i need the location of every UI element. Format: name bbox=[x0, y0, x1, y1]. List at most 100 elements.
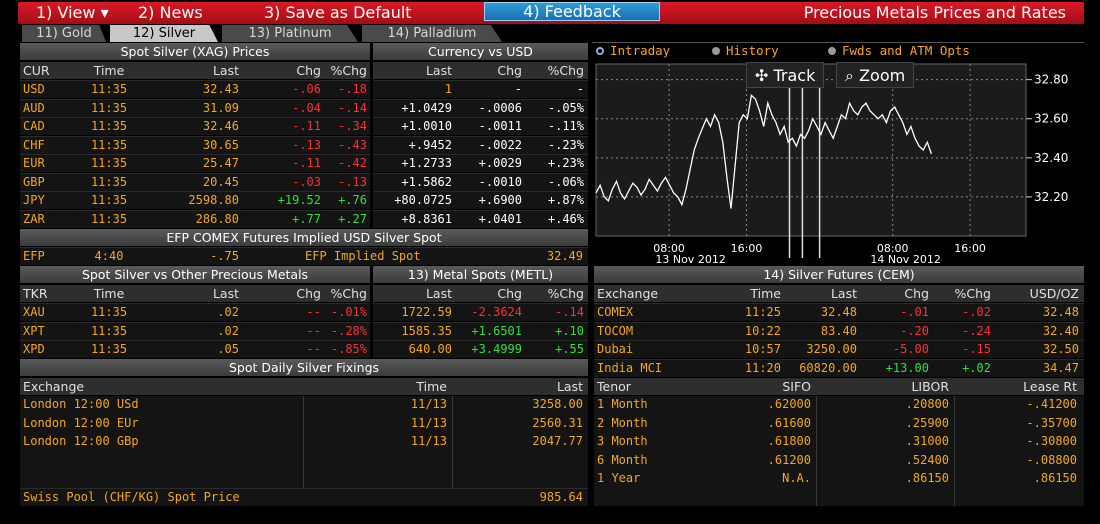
currency-usd-title: Currency vs USD bbox=[373, 43, 588, 60]
currency-row[interactable]: +1.2733 +.0029 +.23% bbox=[373, 154, 588, 172]
col-cur: CUR bbox=[23, 63, 50, 78]
history-option[interactable]: History bbox=[712, 43, 779, 59]
currency-code: CAD bbox=[23, 119, 45, 133]
last-value: 31.09 bbox=[202, 100, 239, 115]
time-value: 11:35 bbox=[90, 211, 128, 226]
time-value: 11:35 bbox=[90, 323, 128, 338]
col-tkr: TKR bbox=[23, 286, 48, 301]
col-exchange: Exchange bbox=[23, 379, 85, 394]
percent-change: -.14 bbox=[338, 100, 367, 115]
rate-row[interactable]: 3 Month .61800 .31000 -.30800 bbox=[594, 433, 1084, 451]
spot-silver-row[interactable]: ZAR 11:35 286.80 +.77 +.27 bbox=[20, 209, 370, 228]
rate-row[interactable]: 1 Year N.A. .86150 .86150 bbox=[594, 470, 1084, 488]
feedback-button[interactable]: 4) Feedback bbox=[484, 2, 660, 21]
metal-spot-row[interactable]: 1722.59 -2.3624 -.14 bbox=[373, 303, 588, 321]
percent-change: +.76 bbox=[338, 193, 367, 207]
currency-row[interactable]: +1.0010 -.0011 -.11% bbox=[373, 117, 588, 135]
percent-change: -.42 bbox=[338, 156, 367, 170]
rate-row[interactable]: 1 Month .62000 .20800 -.41200 bbox=[594, 396, 1084, 414]
percent-change: -.28% bbox=[330, 323, 367, 338]
currency-code: USD bbox=[23, 82, 45, 96]
last-value: +8.8361 bbox=[401, 211, 452, 226]
currency-row[interactable]: +8.8361 +.0401 +.46% bbox=[373, 209, 588, 228]
futures-row[interactable]: TOCOM 10:22 83.40 -.20 -.24 32.40 bbox=[594, 321, 1084, 340]
rates-column-header: Tenor SIFO LIBOR Lease Rt bbox=[594, 378, 1084, 395]
y-tick-label: 32.60 bbox=[1034, 112, 1068, 126]
spot-silver-row[interactable]: USD 11:35 32.43 -.06 -.18 bbox=[20, 80, 370, 98]
metal-spots-title[interactable]: 13) Metal Spots (METL) bbox=[373, 266, 588, 283]
tab-silver[interactable]: 12) Silver bbox=[110, 25, 218, 42]
fixing-value: 2560.31 bbox=[532, 415, 583, 430]
percent-change: +.87% bbox=[547, 193, 584, 207]
futures-row[interactable]: Dubai 10:57 3250.00 -5.00 -.15 32.50 bbox=[594, 340, 1084, 358]
time-value: 11:35 bbox=[90, 119, 128, 133]
futures-row[interactable]: India MCI 11:20 60820.00 +13.00 +.02 34.47 bbox=[594, 358, 1084, 377]
change-value: +.0029 bbox=[478, 156, 522, 170]
col-time: Time bbox=[93, 63, 125, 78]
col-pct: %Chg bbox=[330, 286, 367, 301]
col-usd-oz: USD/OZ bbox=[1029, 286, 1079, 301]
zoom-label: Zoom bbox=[859, 66, 906, 85]
currency-row[interactable]: +.9452 -.0022 -.23% bbox=[373, 135, 588, 154]
rate-row[interactable]: 2 Month .61600 .25900 -.35700 bbox=[594, 415, 1084, 433]
futures-row[interactable]: COMEX 11:25 32.48 -.01 -.02 32.48 bbox=[594, 303, 1084, 321]
silver-futures-title[interactable]: 14) Silver Futures (CEM) bbox=[594, 266, 1084, 283]
exchange-name: Dubai bbox=[597, 342, 634, 356]
time-value: 11:35 bbox=[90, 137, 128, 152]
tab-platinum[interactable]: 13) Platinum bbox=[222, 25, 358, 42]
fixing-row[interactable]: London 12:00 USd 11/13 3258.00 bbox=[20, 396, 588, 414]
fixing-date: 11/13 bbox=[410, 397, 447, 411]
currency-code: CHF bbox=[23, 137, 45, 152]
intraday-price-chart[interactable]: 32.8032.6032.4032.2008:00 16:00 08:00 16:00… bbox=[592, 58, 1084, 264]
currency-row[interactable]: 1 - - bbox=[373, 80, 588, 98]
tab-palladium[interactable]: 14) Palladium bbox=[362, 25, 502, 42]
spot-silver-row[interactable]: JPY 11:35 2598.80 +19.52 +.76 bbox=[20, 191, 370, 209]
metal-spot-row[interactable]: 640.00 +3.4999 +.55 bbox=[373, 340, 588, 358]
magnifier-icon: ⌕ bbox=[845, 66, 854, 85]
metal-row[interactable]: XPT 11:35 .02 -- -.28% bbox=[20, 321, 370, 340]
metal-spot-row[interactable]: 1585.35 +1.6501 +.10 bbox=[373, 321, 588, 340]
time-value: 10:57 bbox=[744, 342, 781, 356]
last-value: 286.80 bbox=[195, 211, 239, 226]
time-value: 10:22 bbox=[744, 323, 781, 338]
metal-row[interactable]: XPD 11:35 .05 -- -.85% bbox=[20, 340, 370, 358]
rate-row[interactable]: 6 Month .61200 .52400 -.08800 bbox=[594, 452, 1084, 470]
tab-gold[interactable]: 11) Gold bbox=[22, 25, 106, 42]
efp-row: EFP 4:40 -.75 EFP Implied Spot 32.49 bbox=[20, 247, 588, 265]
spot-silver-row[interactable]: CAD 11:35 32.46 -.11 -.34 bbox=[20, 117, 370, 135]
change-value: -- bbox=[306, 305, 321, 319]
x-tick-label: 16:00 bbox=[954, 242, 986, 255]
spot-silver-row[interactable]: AUD 11:35 31.09 -.04 -.14 bbox=[20, 98, 370, 117]
news-menu[interactable]: 2) News bbox=[138, 3, 203, 23]
last-value: 25.47 bbox=[202, 156, 239, 170]
intraday-option[interactable]: Intraday bbox=[596, 43, 670, 59]
col-time: Time bbox=[750, 286, 781, 301]
percent-change: -.02 bbox=[962, 305, 991, 319]
fixings-column-header: Exchange Time Last bbox=[20, 378, 588, 395]
exchange-name: London 12:00 USd bbox=[23, 397, 139, 411]
currency-row[interactable]: +1.0429 -.0006 -.05% bbox=[373, 98, 588, 117]
fixing-row[interactable]: London 12:00 EUr 11/13 2560.31 bbox=[20, 415, 588, 433]
spot-silver-row[interactable]: CHF 11:35 30.65 -.13 -.43 bbox=[20, 135, 370, 154]
last-value: .02 bbox=[217, 323, 239, 338]
save-default-button[interactable]: 3) Save as Default bbox=[264, 3, 412, 23]
col-last: Last bbox=[425, 63, 452, 78]
percent-change: -.06% bbox=[547, 174, 584, 189]
view-menu[interactable]: 1) View ▾ bbox=[36, 3, 109, 23]
time-value: 11:35 bbox=[90, 100, 128, 115]
metal-row[interactable]: XAU 11:35 .02 -- -.01% bbox=[20, 303, 370, 321]
spot-silver-row[interactable]: EUR 11:35 25.47 -.11 -.42 bbox=[20, 154, 370, 172]
sifo-rate: N.A. bbox=[782, 471, 811, 485]
fwds-option[interactable]: Fwds and ATM Opts bbox=[828, 43, 970, 59]
time-value: 11:35 bbox=[90, 342, 128, 356]
track-button[interactable]: ✣ Track bbox=[746, 62, 825, 88]
zoom-button[interactable]: ⌕ Zoom bbox=[836, 62, 915, 88]
change-value: +.77 bbox=[292, 211, 321, 226]
percent-change: +.46% bbox=[547, 211, 584, 226]
last-value: 20.45 bbox=[202, 174, 239, 189]
spot-silver-row[interactable]: GBP 11:35 20.45 -.03 -.13 bbox=[20, 172, 370, 191]
fixing-row[interactable]: London 12:00 GBp 11/13 2047.77 bbox=[20, 433, 588, 451]
currency-code: EUR bbox=[23, 156, 45, 170]
currency-row[interactable]: +80.0725 +.6900 +.87% bbox=[373, 191, 588, 209]
currency-row[interactable]: +1.5862 -.0010 -.06% bbox=[373, 172, 588, 191]
